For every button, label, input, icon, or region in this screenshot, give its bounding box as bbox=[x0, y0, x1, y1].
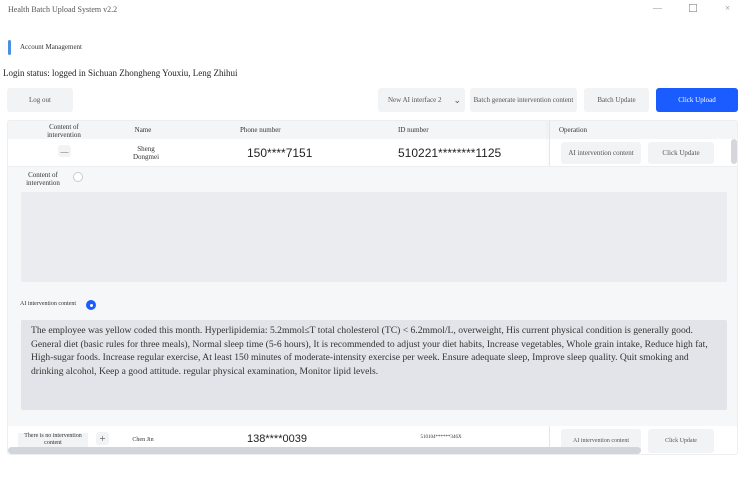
header-operation: Operation bbox=[559, 126, 587, 134]
maximize-button[interactable]: ☐ bbox=[688, 2, 698, 15]
header-id: ID number bbox=[398, 126, 429, 134]
click-update-button[interactable]: Click Update bbox=[648, 429, 714, 453]
row-id: 510221********1125 bbox=[398, 146, 502, 160]
window-title: Health Batch Upload System v2.2 bbox=[8, 5, 118, 14]
expanded-panel: Content of intervention AI intervention … bbox=[8, 166, 737, 426]
batch-generate-button[interactable]: Batch generate intervention content bbox=[470, 88, 577, 112]
click-update-button[interactable]: Click Update bbox=[648, 142, 714, 164]
table-header bbox=[8, 121, 737, 139]
row-name: Sheng Dongmei bbox=[132, 145, 160, 161]
chevron-down-icon: ⌄ bbox=[453, 94, 461, 105]
ai-content-textarea[interactable]: The employee was yellow coded this month… bbox=[21, 320, 727, 410]
ai-content-radio[interactable] bbox=[86, 300, 96, 310]
click-upload-button[interactable]: Click Upload bbox=[656, 88, 738, 112]
ai-content-label: AI intervention content bbox=[20, 301, 76, 307]
content-label: Content of intervention bbox=[26, 171, 60, 187]
row-phone: 138****0039 bbox=[247, 433, 307, 445]
interface-select[interactable]: New AI interface 2 ⌄ bbox=[378, 88, 465, 112]
batch-update-button[interactable]: Batch Update bbox=[584, 88, 649, 112]
data-table: Content of intervention Name Phone numbe… bbox=[7, 120, 738, 455]
close-button[interactable]: × bbox=[725, 3, 730, 13]
content-textarea[interactable] bbox=[21, 192, 727, 282]
ai-intervention-button[interactable]: AI intervention content bbox=[561, 142, 641, 164]
header-phone: Phone number bbox=[240, 126, 281, 134]
content-radio[interactable] bbox=[73, 172, 83, 182]
logout-button[interactable]: Log out bbox=[7, 88, 73, 112]
section-accent-bar bbox=[8, 40, 11, 55]
section-title: Account Management bbox=[20, 43, 83, 51]
minimize-button[interactable]: — bbox=[653, 3, 662, 13]
header-name: Name bbox=[134, 126, 152, 134]
horizontal-scrollbar[interactable] bbox=[8, 447, 641, 454]
row-id: 510104******346X bbox=[420, 435, 462, 440]
expand-button[interactable]: + bbox=[96, 432, 109, 445]
operation-column-divider bbox=[549, 121, 550, 166]
vertical-scrollbar[interactable] bbox=[731, 139, 737, 164]
row-phone: 150****7151 bbox=[247, 146, 313, 160]
row-content-status: There is no intervention content bbox=[18, 433, 88, 447]
row-name: Chen Jin bbox=[132, 437, 154, 443]
radio-dot bbox=[89, 303, 93, 307]
header-content: Content of intervention bbox=[47, 123, 81, 139]
interface-select-value: New AI interface 2 bbox=[388, 96, 442, 104]
collapse-button[interactable]: — bbox=[58, 145, 71, 157]
login-status: Login status: logged in Sichuan Zhonghen… bbox=[3, 68, 238, 78]
